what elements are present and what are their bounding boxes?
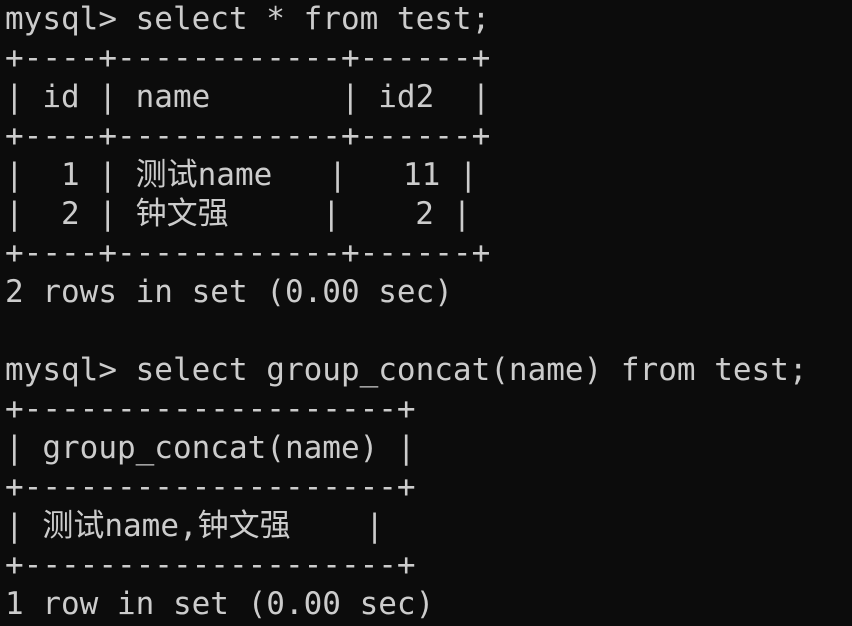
mysql-terminal-window[interactable]: mysql> select * from test; +----+-------… [0, 0, 852, 626]
table-border-top: +----+------------+------+ [5, 40, 491, 76]
table-row: | 1 | 测试name | 11 | [5, 157, 478, 193]
table-border-bottom: +----+------------+------+ [5, 235, 491, 271]
table-border-top: +--------------------+ [5, 391, 416, 427]
table-row: | 测试name,钟文强 | [5, 508, 384, 544]
result-summary: 1 row in set (0.00 sec) [5, 586, 435, 622]
command-line-select-all: mysql> select * from test; [5, 1, 491, 37]
command-line-group-concat: mysql> select group_concat(name) from te… [5, 352, 808, 388]
table-header-row: | group_concat(name) | [5, 430, 416, 466]
table-header-separator: +--------------------+ [5, 469, 416, 505]
table-border-bottom: +--------------------+ [5, 547, 416, 583]
table-header-separator: +----+------------+------+ [5, 118, 491, 154]
table-row: | 2 | 钟文强 | 2 | [5, 196, 472, 232]
table-header-row: | id | name | id2 | [5, 79, 491, 115]
result-summary: 2 rows in set (0.00 sec) [5, 274, 453, 310]
